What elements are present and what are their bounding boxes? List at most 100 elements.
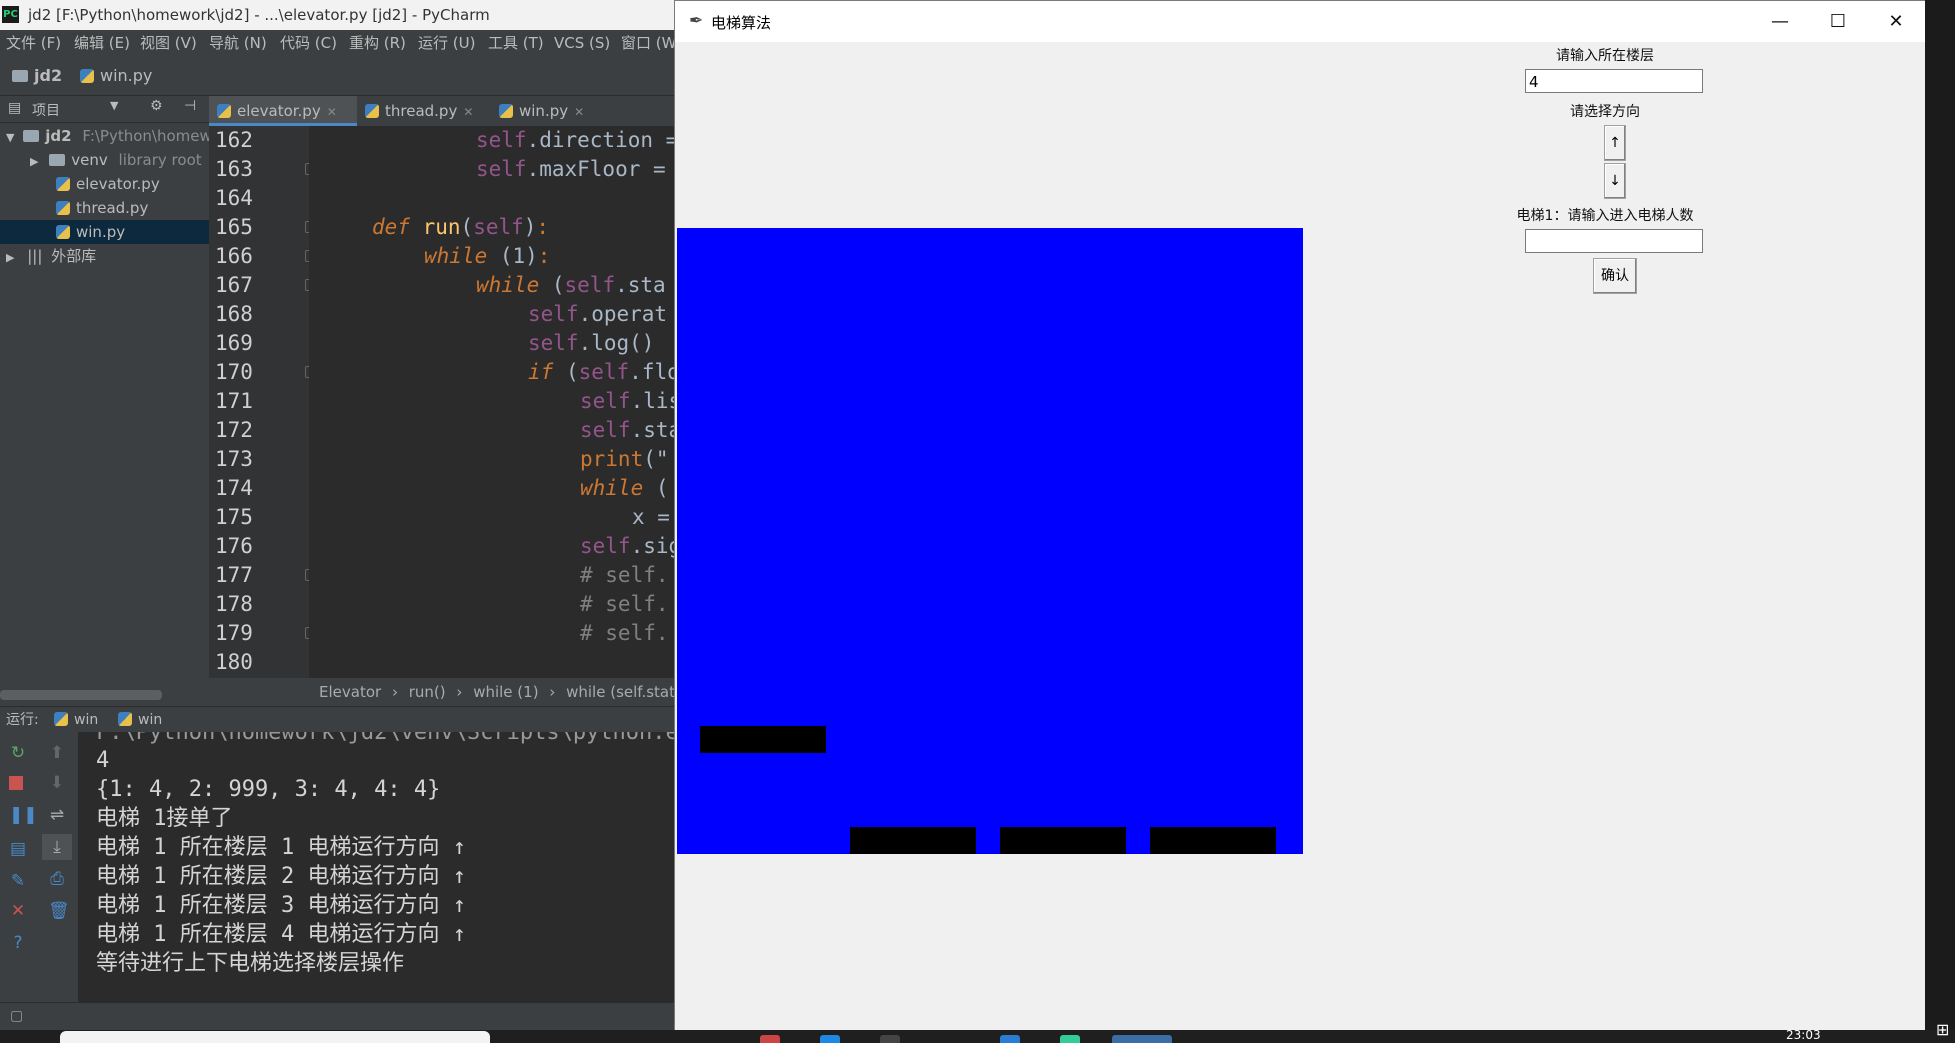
- menu-refactor[interactable]: 重构 (R): [349, 30, 406, 57]
- rerun-icon[interactable]: ↻: [9, 744, 27, 762]
- python-file-icon: [499, 104, 513, 118]
- pause-icon[interactable]: ❚❚: [9, 806, 38, 824]
- menu-tools[interactable]: 工具 (T): [488, 30, 544, 57]
- horizontal-scrollbar[interactable]: [0, 690, 162, 700]
- arrow-down-icon[interactable]: ⬇: [48, 774, 66, 792]
- tk-window: ✒ 电梯算法 — ☐ ✕ 请输入所在楼层 4 请选择方向 ↑ ↓ 电梯1：请输入…: [674, 0, 1927, 1034]
- console-output[interactable]: F:\Python\homework\jd2\venv\Scripts\pyth…: [78, 732, 680, 1002]
- folder-icon: [23, 130, 40, 142]
- soft-wrap-icon[interactable]: ⇌: [48, 806, 66, 824]
- menu-vcs[interactable]: VCS (S): [554, 30, 610, 57]
- floor-input[interactable]: 4: [1525, 69, 1703, 93]
- maximize-button[interactable]: ☐: [1809, 1, 1867, 42]
- code-line: # self.: [580, 621, 669, 645]
- app-icon[interactable]: [1060, 1035, 1080, 1043]
- console-line: 电梯 1 所在楼层 2 电梯运行方向 ↑: [96, 864, 466, 889]
- panel-toggle-icon[interactable]: ▢: [10, 1008, 23, 1024]
- project-view-selector[interactable]: 项目: [32, 100, 60, 120]
- minimize-button[interactable]: —: [1751, 1, 1809, 42]
- menu-window[interactable]: 窗口 (W: [621, 30, 676, 57]
- menu-edit[interactable]: 编辑 (E): [74, 30, 130, 57]
- code-breadcrumb: Elevator › run() › while (1) › while (se…: [209, 678, 680, 706]
- tab-elevator[interactable]: elevator.py ✕: [209, 96, 357, 126]
- tree-root[interactable]: ▼ jd2 F:\Python\homew: [0, 124, 209, 148]
- menu-navigate[interactable]: 导航 (N): [209, 30, 267, 57]
- code-line: while (1):: [424, 244, 551, 268]
- menu-view[interactable]: 视图 (V): [140, 30, 197, 57]
- confirm-button[interactable]: 确认: [1593, 258, 1637, 294]
- close-icon[interactable]: ✕: [9, 902, 27, 920]
- breadcrumb-item[interactable]: Elevator: [319, 683, 381, 701]
- run-label: 运行:: [6, 712, 39, 728]
- windows-logo-icon[interactable]: ⊞: [1936, 1020, 1949, 1039]
- menu-file[interactable]: 文件 (F): [6, 30, 61, 57]
- feather-icon: ✒: [689, 11, 704, 31]
- run-tab-win-2[interactable]: win: [118, 707, 162, 733]
- tab-win[interactable]: win.py ✕: [491, 96, 609, 126]
- taskbar-search-box[interactable]: [60, 1031, 490, 1043]
- line-number: 168: [215, 302, 253, 326]
- line-number: 163: [215, 157, 253, 181]
- stop-icon[interactable]: [9, 776, 23, 790]
- code-line: self.operat: [528, 302, 668, 326]
- app-icon-active[interactable]: [1112, 1035, 1172, 1043]
- code-line: self.log(): [528, 331, 655, 355]
- gear-icon[interactable]: ⚙: [150, 98, 163, 114]
- collapse-icon[interactable]: ⊣: [184, 98, 196, 114]
- desktop-edge: [1925, 0, 1955, 1030]
- layout-icon[interactable]: ▤: [9, 840, 27, 858]
- python-file-icon: [365, 104, 379, 118]
- code-line: self.sig: [580, 534, 680, 558]
- run-toolbar: ↻ ❚❚ ▤ ✎ ✕ ? ⬆ ⬇ ⇌ ⤓ ⎙ 🗑: [0, 732, 78, 1002]
- tree-venv[interactable]: ▶ venv library root: [0, 148, 209, 172]
- line-number: 164: [215, 186, 253, 210]
- console-line: 电梯 1接单了: [96, 806, 233, 831]
- app-icon[interactable]: [820, 1035, 840, 1043]
- menu-code[interactable]: 代码 (C): [280, 30, 337, 57]
- app-icon[interactable]: [880, 1035, 900, 1043]
- elevator-canvas: [677, 228, 1303, 854]
- line-number: 175: [215, 505, 253, 529]
- nav-file[interactable]: win.py: [80, 66, 152, 85]
- arrow-up-icon[interactable]: ⬆: [48, 744, 66, 762]
- line-number: 165: [215, 215, 253, 239]
- expand-arrow-icon: ▼: [6, 131, 15, 144]
- tree-external-libs[interactable]: ▶ ||| 外部库: [0, 244, 209, 268]
- nav-project[interactable]: jd2: [12, 66, 62, 85]
- python-file-icon: [217, 104, 231, 118]
- close-icon[interactable]: ✕: [463, 105, 473, 119]
- python-file-icon: [118, 712, 132, 726]
- down-button[interactable]: ↓: [1604, 163, 1626, 199]
- scroll-end-icon[interactable]: ⤓: [42, 834, 72, 860]
- trash-icon[interactable]: 🗑: [48, 902, 70, 920]
- pycharm-logo-icon: PC: [2, 6, 19, 23]
- tab-thread[interactable]: thread.py ✕: [357, 96, 491, 126]
- tk-window-title: 电梯算法: [711, 14, 772, 32]
- direction-label: 请选择方向: [1570, 104, 1640, 120]
- close-icon[interactable]: ✕: [574, 105, 584, 119]
- app-icon[interactable]: [1000, 1035, 1020, 1043]
- close-icon[interactable]: ✕: [327, 105, 337, 119]
- chevron-down-icon[interactable]: ▼: [110, 99, 118, 112]
- up-button[interactable]: ↑: [1604, 125, 1626, 161]
- breadcrumb-item[interactable]: while (self.status =: [566, 683, 680, 701]
- menu-run[interactable]: 运行 (U): [418, 30, 475, 57]
- line-number: 171: [215, 389, 253, 413]
- app-icon[interactable]: [760, 1035, 780, 1043]
- breadcrumb-item[interactable]: run(): [409, 683, 446, 701]
- breadcrumb-item[interactable]: while (1): [473, 683, 538, 701]
- code-line: self.direction =: [476, 128, 679, 152]
- library-icon: |||: [27, 247, 43, 265]
- pin-icon[interactable]: ✎: [9, 872, 27, 890]
- chevron-right-icon: ›: [549, 683, 556, 701]
- project-panel-header: ▤ 项目 ▼ ⚙ ⊣: [0, 96, 209, 123]
- help-icon[interactable]: ?: [9, 934, 27, 952]
- run-tab-win[interactable]: win: [54, 707, 98, 733]
- people-input[interactable]: [1525, 229, 1703, 253]
- print-icon[interactable]: ⎙: [48, 870, 66, 888]
- line-number: 177: [215, 563, 253, 587]
- close-button[interactable]: ✕: [1867, 1, 1925, 42]
- folder-icon: [49, 154, 66, 166]
- code-editor[interactable]: self.direction = self.maxFloor = def run…: [309, 126, 680, 678]
- python-file-icon: [56, 201, 70, 215]
